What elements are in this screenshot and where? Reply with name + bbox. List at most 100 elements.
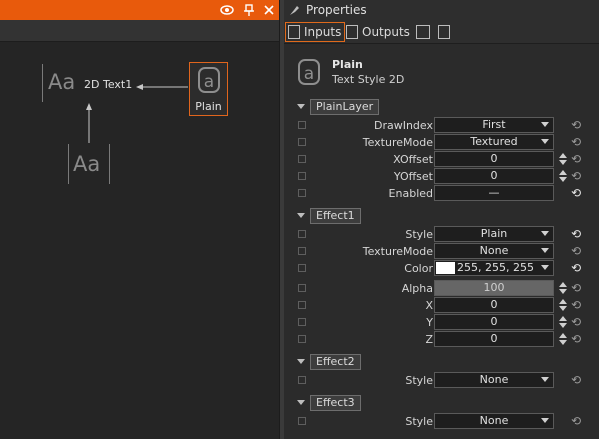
- enabled-toggle[interactable]: —: [434, 185, 554, 201]
- group-effect3[interactable]: Effect3: [284, 395, 599, 411]
- prop-label: TextureMode: [362, 136, 433, 149]
- prop-label: Style: [405, 228, 433, 241]
- panel-title: Properties: [306, 3, 367, 17]
- style-node[interactable]: a Plain: [189, 62, 228, 116]
- reset-icon[interactable]: ⟲: [571, 135, 581, 149]
- reset-icon[interactable]: ⟲: [571, 315, 581, 329]
- collapse-icon[interactable]: [297, 359, 305, 364]
- object-name: Plain: [332, 58, 363, 71]
- app-window: Aa 2D Text1 a Plain Aa Properties Inputs…: [0, 0, 599, 439]
- field-value: 255, 255, 255: [457, 261, 534, 274]
- object-type: Text Style 2D: [332, 73, 405, 86]
- reset-icon[interactable]: ⟲: [571, 152, 581, 166]
- group-label[interactable]: Effect1: [310, 208, 361, 224]
- tab-inputs[interactable]: Inputs: [285, 22, 346, 42]
- reset-icon[interactable]: ⟲: [571, 169, 581, 183]
- field-value: Plain: [480, 227, 508, 240]
- prop-row-style: Style None ⟲: [284, 372, 599, 389]
- prop-row-xoffset: XOffset 0 ⟲: [284, 151, 599, 168]
- tab-extra-2[interactable]: [438, 22, 454, 42]
- row-checkbox[interactable]: [298, 230, 306, 238]
- prop-label: X: [425, 299, 433, 312]
- row-checkbox[interactable]: [298, 138, 306, 146]
- text-style-icon: a: [198, 67, 220, 93]
- spinner-icon[interactable]: [559, 153, 567, 166]
- row-checkbox[interactable]: [298, 247, 306, 255]
- group-label[interactable]: Effect2: [310, 354, 361, 370]
- spinner-icon[interactable]: [559, 299, 567, 312]
- reset-icon[interactable]: ⟲: [571, 118, 581, 132]
- prop-row-style: Style None ⟲: [284, 413, 599, 430]
- group-effect2[interactable]: Effect2: [284, 354, 599, 370]
- color-dropdown[interactable]: 255, 255, 255: [434, 260, 554, 276]
- row-checkbox[interactable]: [298, 189, 306, 197]
- row-checkbox[interactable]: [298, 155, 306, 163]
- prop-row-style: Style Plain ⟲: [284, 226, 599, 243]
- row-checkbox[interactable]: [298, 121, 306, 129]
- outputs-icon: [346, 25, 358, 39]
- input-text-node[interactable]: Aa: [68, 144, 110, 184]
- row-checkbox[interactable]: [298, 417, 306, 425]
- texturemode-dropdown[interactable]: None: [434, 243, 554, 259]
- row-checkbox[interactable]: [298, 318, 306, 326]
- row-checkbox[interactable]: [298, 376, 306, 384]
- group-plainlayer[interactable]: PlainLayer: [284, 99, 599, 115]
- spinner-icon[interactable]: [559, 333, 567, 346]
- tab-extra-1[interactable]: [416, 22, 434, 42]
- prop-label: YOffset: [393, 170, 433, 183]
- spinner-icon[interactable]: [559, 316, 567, 329]
- tab-inputs-label: Inputs: [304, 25, 342, 39]
- collapse-icon[interactable]: [297, 104, 305, 109]
- y-input[interactable]: 0: [434, 314, 554, 330]
- style-dropdown[interactable]: None: [434, 372, 554, 388]
- reset-icon[interactable]: ⟲: [571, 186, 581, 200]
- node-graph-panel[interactable]: Aa 2D Text1 a Plain Aa: [0, 0, 279, 439]
- row-checkbox[interactable]: [298, 284, 306, 292]
- prop-label: Z: [425, 333, 433, 346]
- reset-icon[interactable]: ⟲: [571, 332, 581, 346]
- field-value: Textured: [470, 135, 518, 148]
- group-label[interactable]: PlainLayer: [310, 99, 380, 115]
- prop-row-enabled: Enabled — ⟲: [284, 185, 599, 202]
- reset-icon[interactable]: ⟲: [571, 373, 581, 387]
- prop-row-color: Color 255, 255, 255 ⟲: [284, 260, 599, 277]
- reset-icon[interactable]: ⟲: [571, 244, 581, 258]
- reset-icon[interactable]: ⟲: [571, 298, 581, 312]
- group-label[interactable]: Effect3: [310, 395, 361, 411]
- reset-icon[interactable]: ⟲: [571, 281, 581, 295]
- collapse-icon[interactable]: [297, 213, 305, 218]
- prop-label: Y: [426, 316, 433, 329]
- graph-connections: [86, 84, 188, 143]
- group-effect1[interactable]: Effect1: [284, 208, 599, 224]
- yoffset-input[interactable]: 0: [434, 168, 554, 184]
- style-dropdown[interactable]: Plain: [434, 226, 554, 242]
- tab-outputs[interactable]: Outputs: [346, 22, 410, 42]
- spinner-icon[interactable]: [559, 170, 567, 183]
- prop-label: DrawIndex: [373, 119, 433, 132]
- reset-icon[interactable]: ⟲: [571, 414, 581, 428]
- prop-row-alpha: Alpha 100 ⟲: [284, 280, 599, 297]
- row-checkbox[interactable]: [298, 301, 306, 309]
- arrow-head-icon: [136, 84, 143, 90]
- style-dropdown[interactable]: None: [434, 413, 554, 429]
- x-input[interactable]: 0: [434, 297, 554, 313]
- inputs-icon: [288, 25, 300, 39]
- prop-label: TextureMode: [362, 245, 433, 258]
- texturemode-dropdown[interactable]: Textured: [434, 134, 554, 150]
- row-checkbox[interactable]: [298, 335, 306, 343]
- color-swatch[interactable]: [436, 262, 455, 274]
- list-view-icon: [438, 25, 450, 39]
- spinner-icon[interactable]: [559, 282, 567, 295]
- z-input[interactable]: 0: [434, 331, 554, 347]
- reset-icon[interactable]: ⟲: [571, 261, 581, 275]
- row-checkbox[interactable]: [298, 264, 306, 272]
- reset-icon[interactable]: ⟲: [571, 227, 581, 241]
- collapse-icon[interactable]: [297, 400, 305, 405]
- prop-row-z: Z 0 ⟲: [284, 331, 599, 348]
- grid-view-icon: [416, 25, 430, 39]
- field-value: None: [479, 373, 509, 386]
- xoffset-input[interactable]: 0: [434, 151, 554, 167]
- prop-label: Color: [404, 262, 433, 275]
- row-checkbox[interactable]: [298, 172, 306, 180]
- drawindex-dropdown[interactable]: First: [434, 117, 554, 133]
